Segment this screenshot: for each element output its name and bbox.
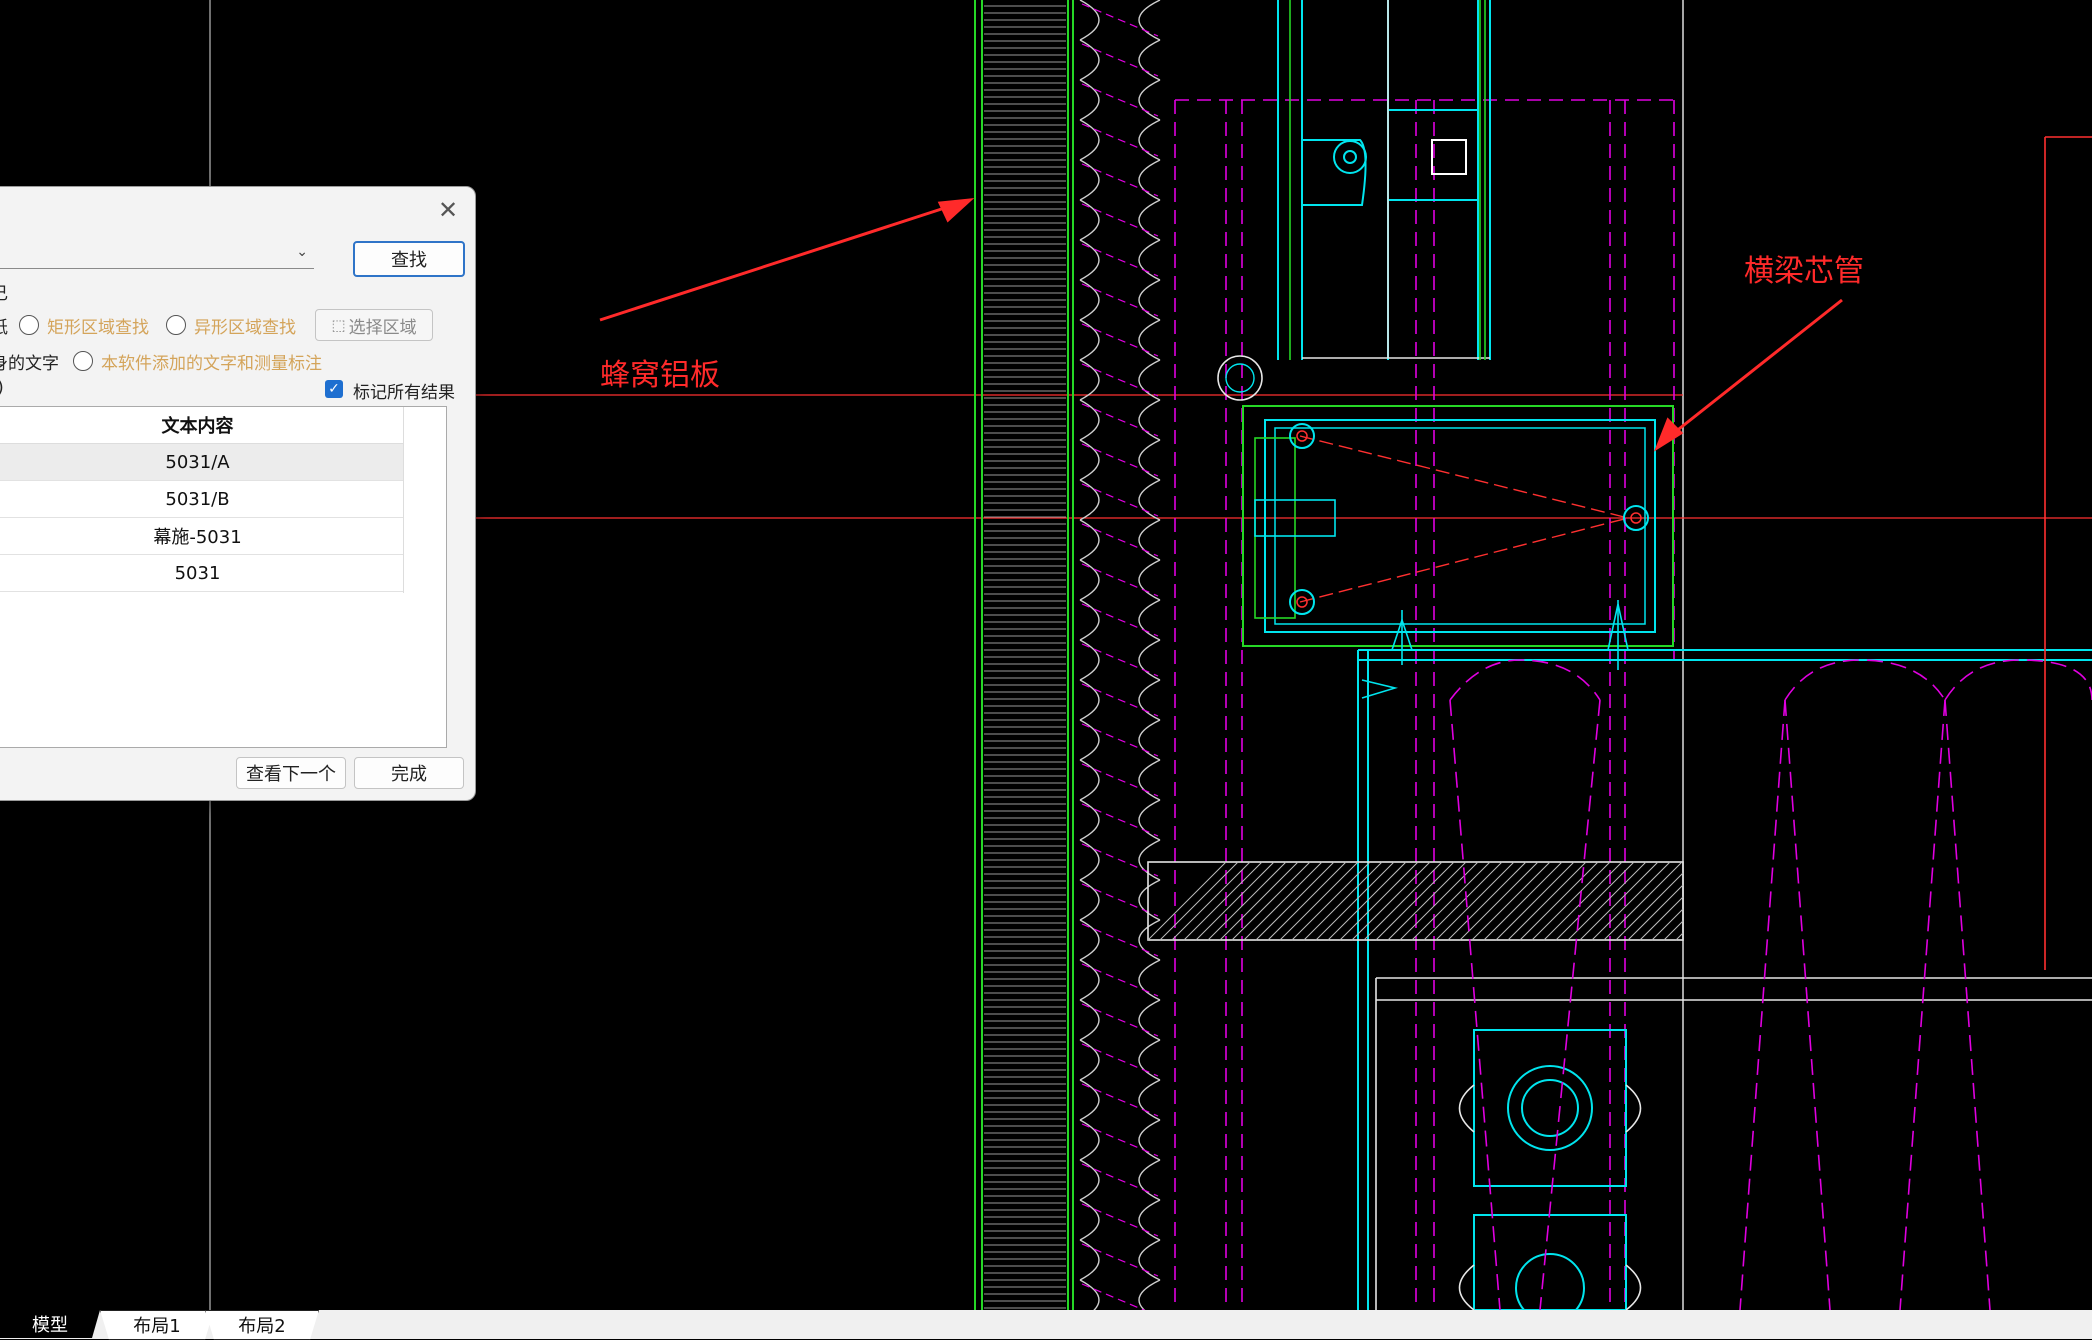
tab-layout2[interactable]: 布局2 bbox=[205, 1310, 319, 1340]
column-header-text-content: 文本内容 bbox=[0, 407, 403, 444]
select-area-button[interactable]: ⬚ 选择区域 bbox=[315, 309, 433, 341]
annotation-transom-core-tube: 横梁芯管 bbox=[1744, 254, 1864, 289]
rect-search-radio[interactable] bbox=[19, 315, 39, 335]
done-button[interactable]: 完成 bbox=[354, 757, 464, 789]
option-self-text-label: 身的文字 bbox=[0, 354, 59, 374]
table-row[interactable]: 5031/B bbox=[0, 481, 403, 518]
tab-model[interactable]: 模型 bbox=[0, 1310, 100, 1338]
shape-search-radio[interactable] bbox=[166, 315, 186, 335]
tab-layout1[interactable]: 布局1 bbox=[100, 1310, 214, 1340]
table-row[interactable]: 5031/A bbox=[0, 444, 403, 481]
added-text-radio[interactable] bbox=[73, 351, 93, 371]
results-table: 文本内容 5031/A 5031/B 幕施-5031 5031 bbox=[0, 406, 447, 748]
close-icon[interactable]: ✕ bbox=[435, 197, 461, 223]
shape-search-label[interactable]: 异形区域查找 bbox=[194, 313, 296, 338]
table-row[interactable]: 幕施-5031 bbox=[0, 518, 403, 555]
rect-search-label[interactable]: 矩形区域查找 bbox=[47, 313, 149, 338]
search-button[interactable]: 查找 bbox=[353, 241, 465, 277]
find-next-button[interactable]: 查看下一个 bbox=[236, 757, 346, 789]
added-text-label[interactable]: 本软件添加的文字和测量标注 bbox=[101, 349, 322, 374]
select-area-icon: ⬚ bbox=[331, 316, 346, 334]
option-drawing-label: 纸 bbox=[0, 313, 8, 338]
mark-all-label[interactable]: 标记所有结果 bbox=[353, 378, 455, 403]
option-partial-label: 己 bbox=[0, 279, 8, 304]
select-area-label: 选择区域 bbox=[348, 317, 417, 338]
find-text-dialog: ✕ ⌄ 查找 己 纸 矩形区域查找 异形区域查找 ⬚ 选择区域 身的文字 本软件… bbox=[0, 186, 476, 801]
layout-tab-bar: 模型 布局1 布局2 bbox=[0, 1310, 2092, 1340]
annotation-honeycomb-panel: 蜂窝铝板 bbox=[600, 358, 720, 393]
table-row[interactable]: 5031 bbox=[0, 555, 403, 592]
search-combobox[interactable]: ⌄ bbox=[0, 244, 314, 269]
result-count-label: -) bbox=[0, 378, 4, 398]
table-column-divider bbox=[403, 407, 404, 593]
mark-all-checkbox[interactable]: ✓ bbox=[325, 380, 343, 398]
chevron-down-icon[interactable]: ⌄ bbox=[296, 244, 308, 260]
